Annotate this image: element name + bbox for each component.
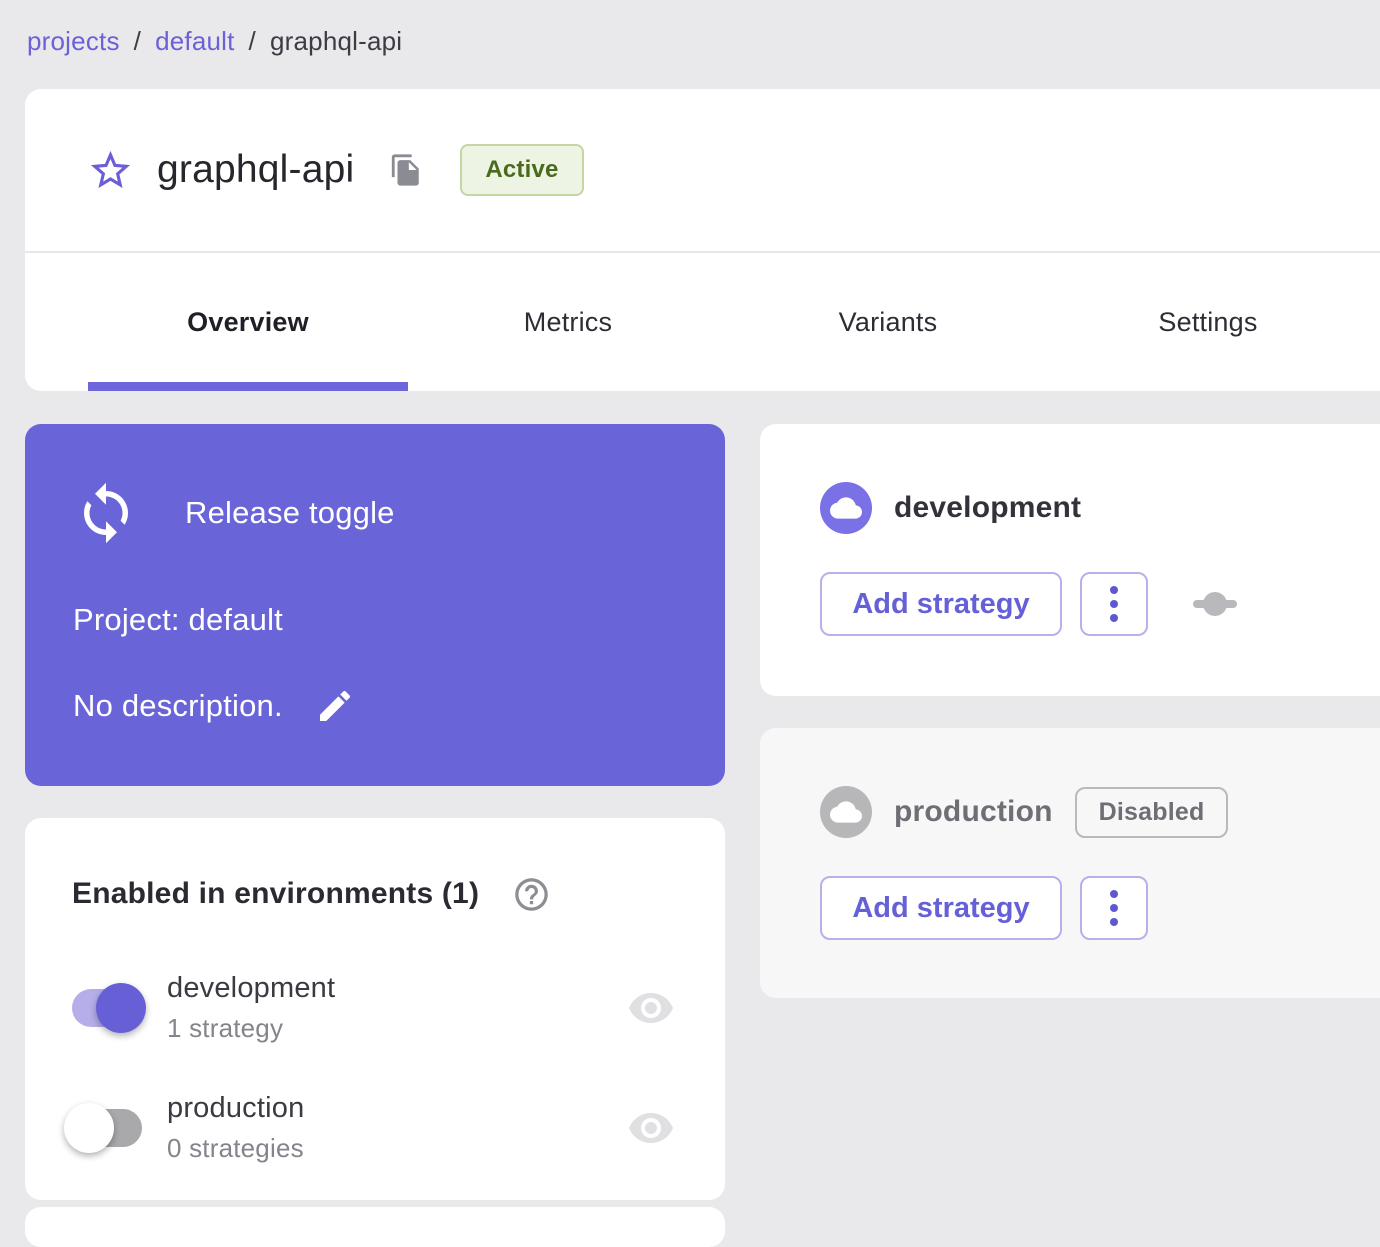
edit-description-button[interactable] xyxy=(313,684,357,728)
breadcrumb-link-default[interactable]: default xyxy=(155,26,234,57)
toggle-type-card: Release toggle Project: default No descr… xyxy=(25,424,725,786)
disabled-badge: Disabled xyxy=(1074,786,1229,838)
tab-overview[interactable]: Overview xyxy=(88,253,408,391)
kebab-icon xyxy=(1110,586,1118,594)
environment-actions: Add strategy xyxy=(820,876,1380,940)
kebab-icon xyxy=(1110,614,1118,622)
strategy-count: 0 strategies xyxy=(167,1133,304,1163)
development-toggle[interactable] xyxy=(72,983,146,1033)
toggle-thumb xyxy=(64,1103,114,1153)
tab-metrics[interactable]: Metrics xyxy=(408,253,728,391)
environment-menu-button[interactable] xyxy=(1080,876,1148,940)
view-environment-button[interactable] xyxy=(627,1104,675,1152)
cloud-icon xyxy=(830,801,862,823)
cloud-icon xyxy=(830,497,862,519)
toggle-type-label: Release toggle xyxy=(185,495,395,530)
status-badge: Active xyxy=(460,144,584,196)
feature-header-card: graphql-api Active Overview Metrics Vari… xyxy=(25,89,1380,391)
page-title: graphql-api xyxy=(157,148,355,191)
environment-row-labels: production 0 strategies xyxy=(167,1092,304,1164)
environment-name: production xyxy=(894,795,1053,828)
eye-icon xyxy=(629,993,673,1023)
feature-tabs: Overview Metrics Variants Settings xyxy=(25,253,1380,391)
production-toggle[interactable] xyxy=(64,1103,142,1153)
strategy-node-icon xyxy=(1193,591,1237,617)
feature-title-row: graphql-api Active xyxy=(25,89,1380,251)
edit-icon xyxy=(319,690,350,721)
main-content: Release toggle Project: default No descr… xyxy=(0,391,1380,1247)
environment-avatar xyxy=(820,786,872,838)
environment-row-labels: development 1 strategy xyxy=(167,972,335,1044)
environment-card-development: development Add strategy xyxy=(760,424,1380,696)
environment-row-production: production 0 strategies xyxy=(64,1092,725,1164)
environment-menu-button[interactable] xyxy=(1080,572,1148,636)
environment-card-production: production Disabled Add strategy xyxy=(760,728,1380,998)
breadcrumb-current: graphql-api xyxy=(269,26,403,56)
tab-label: Settings xyxy=(1158,306,1258,337)
next-section-card xyxy=(25,1207,725,1247)
environment-row-development: development 1 strategy xyxy=(72,972,725,1044)
enabled-environments-title: Enabled in environments (1) xyxy=(72,877,480,910)
toggle-description-row: No description. xyxy=(73,684,725,728)
kebab-icon xyxy=(1110,918,1118,926)
left-column: Release toggle Project: default No descr… xyxy=(25,391,725,1247)
tab-settings[interactable]: Settings xyxy=(1048,253,1368,391)
kebab-icon xyxy=(1110,600,1118,608)
star-icon xyxy=(90,150,130,188)
environment-actions: Add strategy xyxy=(820,572,1380,636)
environment-name: development xyxy=(167,972,336,1004)
breadcrumb-separator: / xyxy=(248,26,256,56)
add-strategy-button[interactable]: Add strategy xyxy=(820,572,1062,636)
feature-toggle-page: projects / default / graphql-api graphql… xyxy=(0,0,1380,1247)
sync-icon xyxy=(84,482,128,544)
tab-label: Variants xyxy=(838,306,938,337)
add-strategy-button[interactable]: Add strategy xyxy=(820,876,1062,940)
toggle-type-row: Release toggle xyxy=(73,480,725,546)
environment-avatar xyxy=(820,482,872,534)
toggle-project-label: Project: default xyxy=(73,602,283,637)
view-environment-button[interactable] xyxy=(627,984,675,1032)
tab-label: Overview xyxy=(187,306,309,337)
tab-variants[interactable]: Variants xyxy=(728,253,1048,391)
breadcrumb: projects / default / graphql-api xyxy=(0,0,1380,57)
eye-icon xyxy=(629,1113,673,1143)
breadcrumb-separator: / xyxy=(133,26,142,56)
favorite-button[interactable] xyxy=(85,145,135,195)
environment-name: development xyxy=(894,491,1082,524)
enabled-environments-header: Enabled in environments (1) xyxy=(72,874,725,914)
environment-card-header: production Disabled xyxy=(820,786,1380,838)
copy-name-button[interactable] xyxy=(388,152,424,188)
enabled-environments-card: Enabled in environments (1) development … xyxy=(25,818,725,1200)
environment-card-header: development xyxy=(820,482,1380,534)
copy-icon xyxy=(392,154,420,186)
kebab-icon xyxy=(1110,904,1118,912)
breadcrumb-link-projects[interactable]: projects xyxy=(27,26,120,57)
strategy-count: 1 strategy xyxy=(167,1013,284,1043)
environment-name: production xyxy=(167,1092,305,1124)
tab-label: Metrics xyxy=(523,306,613,337)
active-tab-indicator xyxy=(88,382,408,391)
kebab-icon xyxy=(1110,890,1118,898)
right-column: development Add strategy production Disa… xyxy=(760,391,1380,998)
help-button[interactable] xyxy=(511,874,551,914)
toggle-thumb xyxy=(96,983,146,1033)
help-icon xyxy=(514,877,548,911)
toggle-description: No description. xyxy=(73,688,283,723)
